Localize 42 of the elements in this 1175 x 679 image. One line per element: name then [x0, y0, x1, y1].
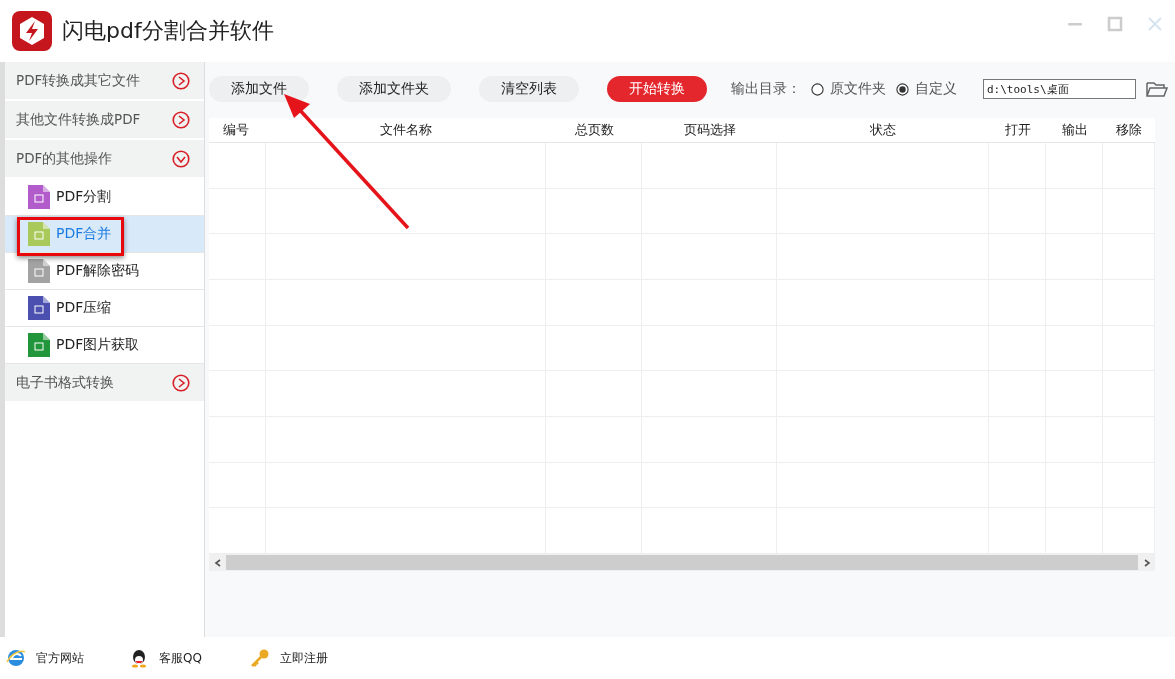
browser-icon	[6, 648, 26, 668]
penguin-icon	[129, 648, 149, 668]
category-label: PDF转换成其它文件	[16, 71, 141, 90]
scroll-right-icon[interactable]	[1142, 558, 1151, 567]
scroll-left-icon[interactable]	[213, 558, 222, 567]
expand-icon[interactable]	[172, 373, 190, 392]
column-header: 总页数	[573, 121, 615, 139]
category-label: 其他文件转换成PDF	[16, 110, 141, 129]
column-header: 打开	[1003, 121, 1032, 139]
category-label: 电子书格式转换	[16, 373, 114, 392]
output-path-field[interactable]: d:\tools\桌面	[983, 79, 1136, 99]
radio-option[interactable]: 自定义	[896, 80, 957, 98]
footer-link[interactable]: 客服QQ	[129, 648, 244, 668]
category-item[interactable]: 其他文件转换成PDF	[5, 101, 204, 140]
horizontal-scrollbar[interactable]	[209, 554, 1155, 571]
column-header: 输出	[1060, 121, 1089, 139]
collapse-icon[interactable]	[172, 149, 190, 168]
category-item[interactable]: PDF的其他操作	[5, 140, 204, 179]
footer-link[interactable]: 立即注册	[250, 648, 365, 668]
category-item[interactable]: 电子书格式转换	[5, 364, 204, 403]
toolbar-button[interactable]: 添加文件夹	[337, 76, 451, 102]
output-label: 输出目录：	[731, 80, 801, 98]
expand-icon[interactable]	[172, 110, 190, 129]
column-header: 移除	[1115, 121, 1143, 139]
column-header: 状态	[869, 121, 897, 139]
column-header: 文件名称	[379, 121, 433, 139]
column-header: 页码选择	[682, 121, 737, 139]
toolbar-button[interactable]: 添加文件	[209, 76, 309, 102]
app-logo-icon	[12, 11, 52, 51]
expand-icon[interactable]	[172, 71, 190, 90]
column-header: 编号	[222, 121, 250, 139]
category-item[interactable]: PDF转换成其它文件	[5, 62, 204, 101]
category-label: PDF的其他操作	[16, 149, 113, 168]
toolbar-button[interactable]: 清空列表	[479, 76, 579, 102]
footer-link[interactable]: 官方网站	[6, 648, 121, 668]
folder-icon[interactable]	[1146, 80, 1168, 98]
radio-option[interactable]: 原文件夹	[811, 80, 886, 98]
sidebar-item[interactable]: PDF解除密码	[5, 253, 204, 290]
start-button[interactable]: 开始转换	[607, 76, 707, 102]
sidebar-item[interactable]: PDF压缩	[5, 290, 204, 327]
window-title: 闪电pdf分割合并软件	[62, 17, 274, 45]
key-icon	[250, 648, 270, 668]
